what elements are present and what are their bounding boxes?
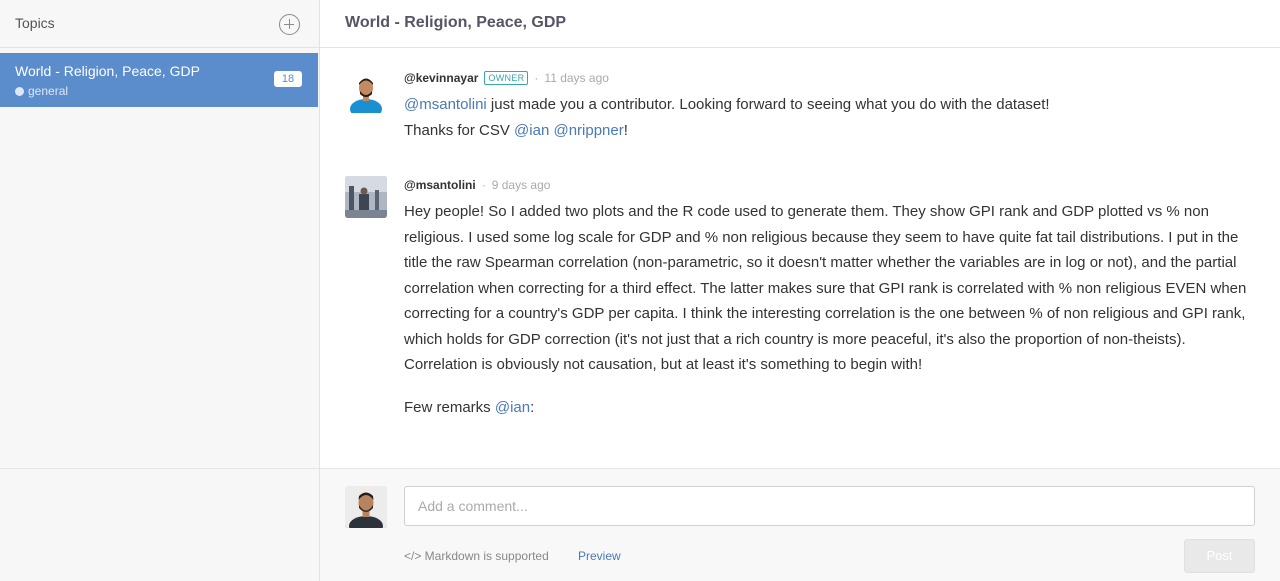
sidebar-header: Topics (0, 0, 319, 48)
discussion-panel: World - Religion, Peace, GDP @kevinnayar… (320, 0, 1280, 581)
comment-text: : (530, 398, 535, 416)
main-header: World - Religion, Peace, GDP (320, 0, 1280, 48)
add-topic-icon[interactable] (279, 14, 300, 35)
topic-subtitle-text: general (28, 84, 69, 98)
comment-body: Hey people! So I added two plots and the… (404, 199, 1254, 420)
comment-line: @msantolini just made you a contributor.… (404, 92, 1254, 118)
comment-text: Few remarks (404, 398, 495, 416)
comment-text: Thanks for CSV (404, 121, 515, 139)
mention-link[interactable]: @nrippner (553, 122, 623, 139)
comment-username[interactable]: @kevinnayar (404, 71, 478, 85)
comment-meta: @msantolini · 9 days ago (404, 178, 550, 192)
avatar[interactable] (345, 176, 387, 218)
page-title: World - Religion, Peace, GDP (345, 14, 567, 31)
comment-feed[interactable]: @kevinnayar OWNER · 11 days ago @msantol… (320, 48, 1280, 468)
markdown-note: </> Markdown is supported (404, 549, 549, 563)
mention-link[interactable]: @ian (495, 399, 530, 416)
meta-separator: · (534, 71, 539, 85)
topic-subtitle: general (15, 84, 68, 98)
avatar[interactable] (345, 71, 387, 113)
comment-text: just made you a contributor. Looking for… (486, 96, 1050, 113)
globe-icon (15, 86, 24, 96)
mention-link[interactable]: @ian (514, 122, 549, 139)
comment-paragraph: Hey people! So I added two plots and the… (404, 203, 1247, 373)
topics-sidebar: Topics World - Religion, Peace, GDP gene… (0, 0, 320, 581)
comment-line: Thanks for CSV @ian @nrippner! (404, 118, 1254, 144)
topic-item-world[interactable]: World - Religion, Peace, GDP general (0, 53, 318, 107)
comment-timestamp: 11 days ago (544, 71, 609, 85)
comment-username[interactable]: @msantolini (404, 178, 476, 192)
comment-paragraph: Few remarks @ian: (404, 395, 1254, 421)
mention-link[interactable]: @msantolini (404, 96, 487, 113)
sidebar-title: Topics (15, 15, 55, 31)
meta-separator: · (481, 178, 486, 192)
sidebar-divider (0, 468, 319, 469)
comment-timestamp: 9 days ago (491, 178, 551, 192)
comment-body: @msantolini just made you a contributor.… (404, 92, 1254, 143)
comment-meta: @kevinnayar OWNER · 11 days ago (404, 71, 609, 85)
preview-link[interactable]: Preview (578, 549, 621, 563)
owner-badge: OWNER (484, 71, 529, 85)
post-button[interactable]: Post (1184, 539, 1255, 573)
current-user-avatar (345, 486, 387, 528)
topic-title: World - Religion, Peace, GDP (15, 63, 200, 79)
comment-text: ! (623, 121, 628, 139)
comment-input[interactable] (404, 486, 1255, 526)
topic-count-badge: 18 (274, 71, 302, 87)
